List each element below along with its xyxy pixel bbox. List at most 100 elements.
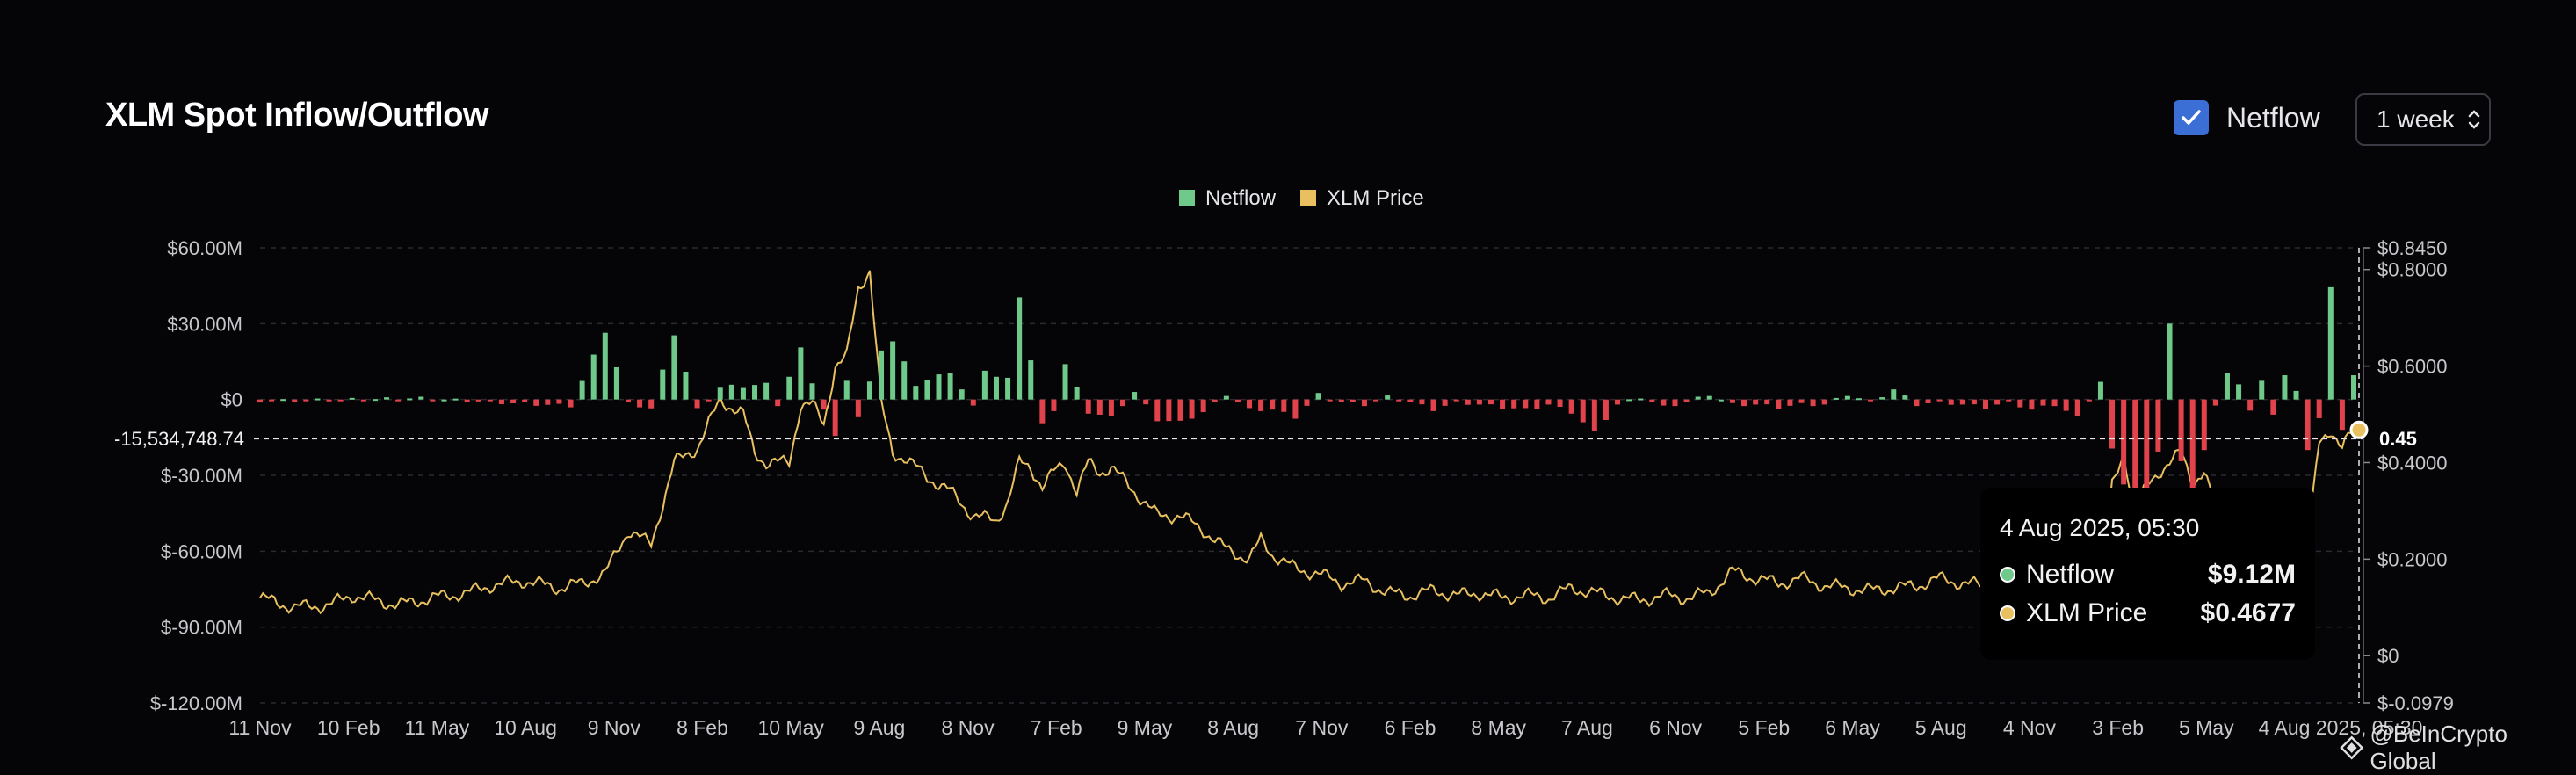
netflow-bar (1062, 364, 1068, 400)
netflow-bar (1005, 377, 1011, 400)
netflow-bar (981, 370, 988, 400)
netflow-bar (2074, 399, 2080, 416)
watermark: @BeInCrypto Global (2339, 721, 2576, 775)
netflow-bar (280, 399, 286, 402)
crosshair-price-marker (2349, 420, 2369, 439)
crosshair-left-value: -15,534,748.74 (105, 425, 254, 453)
legend-swatch-price (1300, 190, 1316, 206)
left-tick-label: $-60.00M (161, 540, 242, 562)
chart-tooltip: 4 Aug 2025, 05:30 Netflow $9.12M XLM Pri… (1980, 488, 2315, 660)
netflow-bar (1787, 399, 1793, 406)
netflow-bar (568, 399, 574, 408)
netflow-bar (1200, 399, 1206, 413)
netflow-bar (1925, 399, 1931, 403)
left-tick-label: $60.00M (167, 237, 242, 259)
netflow-bar (1419, 399, 1425, 405)
netflow-bar (1350, 399, 1356, 402)
netflow-bar (1626, 399, 1632, 402)
netflow-bar (257, 399, 263, 403)
netflow-bar (510, 399, 517, 403)
netflow-bar (2282, 375, 2288, 400)
netflow-bar (2316, 399, 2322, 418)
netflow-bar (2339, 399, 2345, 431)
netflow-bar (1407, 399, 1414, 402)
netflow-bar (1821, 399, 1827, 405)
netflow-bar (395, 399, 402, 402)
netflow-bar (269, 399, 275, 402)
netflow-bar (1281, 399, 1287, 412)
netflow-bar (2305, 399, 2311, 451)
netflow-bar (1764, 399, 1770, 405)
netflow-bar (2236, 384, 2242, 400)
netflow-bar (1891, 389, 1897, 400)
netflow-bar (1603, 399, 1609, 420)
netflow-bar (1234, 399, 1241, 402)
netflow-bar (1373, 399, 1379, 402)
netflow-bar (855, 399, 861, 417)
netflow-bar (1833, 397, 1839, 400)
netflow-bar (1177, 399, 1183, 421)
x-tick-label: 9 Aug (853, 716, 905, 739)
netflow-bar (349, 397, 355, 400)
x-tick-label: 7 Nov (1295, 716, 1349, 739)
netflow-bar (533, 399, 539, 406)
netflow-bar (2155, 399, 2161, 452)
right-tick-label: $0.8450 (2377, 237, 2448, 259)
netflow-bar (2212, 399, 2218, 406)
netflow-bar (1661, 399, 1667, 406)
netflow-bar (2189, 399, 2196, 495)
netflow-bar (1453, 399, 1459, 402)
x-tick-label: 10 Feb (317, 716, 380, 739)
netflow-bar (959, 389, 965, 400)
x-tick-label: 8 May (1471, 716, 1526, 739)
netflow-bar (1247, 399, 1253, 409)
netflow-bar (1108, 399, 1114, 416)
netflow-bar (2040, 399, 2046, 406)
legend-label-price: XLM Price (1327, 186, 1424, 210)
netflow-bar (1718, 399, 1724, 402)
netflow-bar (1258, 399, 1264, 411)
netflow-bar (924, 380, 930, 400)
netflow-bar (671, 335, 677, 400)
netflow-bar (2351, 375, 2356, 400)
netflow-bar (1649, 399, 1655, 402)
netflow-bar (890, 341, 896, 400)
netflow-bar (1971, 399, 1977, 405)
left-tick-label: $30.00M (167, 313, 242, 335)
netflow-bar (1511, 399, 1517, 409)
netflow-bar (1948, 399, 1954, 405)
netflow-bar (1902, 395, 1908, 400)
netflow-bar (1039, 399, 1046, 424)
netflow-bar (1776, 399, 1782, 409)
netflow-bar (303, 399, 309, 402)
right-tick-label: $0.2000 (2377, 548, 2448, 570)
x-tick-label: 8 Nov (942, 716, 995, 739)
netflow-bar (798, 347, 804, 400)
netflow-bar (2086, 399, 2092, 402)
netflow-bar (1476, 399, 1482, 405)
netflow-bar (1879, 397, 1885, 400)
x-tick-label: 6 May (1825, 716, 1880, 739)
netflow-bar (1500, 399, 1506, 409)
netflow-bar (1189, 399, 1195, 419)
netflow-bar (475, 399, 481, 402)
left-tick-label: $0 (221, 389, 242, 411)
netflow-bar (694, 399, 700, 409)
x-tick-label: 5 Aug (1915, 716, 1967, 739)
left-tick-label: $-30.00M (161, 465, 242, 487)
netflow-bar (809, 383, 815, 400)
tooltip-netflow-name: Netflow (2026, 560, 2115, 589)
netflow-bar (1017, 297, 1023, 400)
netflow-bar (1292, 399, 1299, 419)
x-tick-label: 9 Nov (588, 716, 641, 739)
netflow-bar (1212, 399, 1218, 402)
x-tick-label: 3 Feb (2092, 716, 2144, 739)
netflow-bar (763, 382, 770, 400)
netflow-bar (1074, 386, 1080, 400)
netflow-bar (1132, 392, 1138, 400)
netflow-bar (1753, 399, 1759, 405)
netflow-bar (1396, 399, 1402, 402)
beincrypto-logo-icon (2340, 735, 2364, 760)
netflow-bar (1741, 399, 1747, 407)
netflow-bar (1096, 399, 1103, 415)
